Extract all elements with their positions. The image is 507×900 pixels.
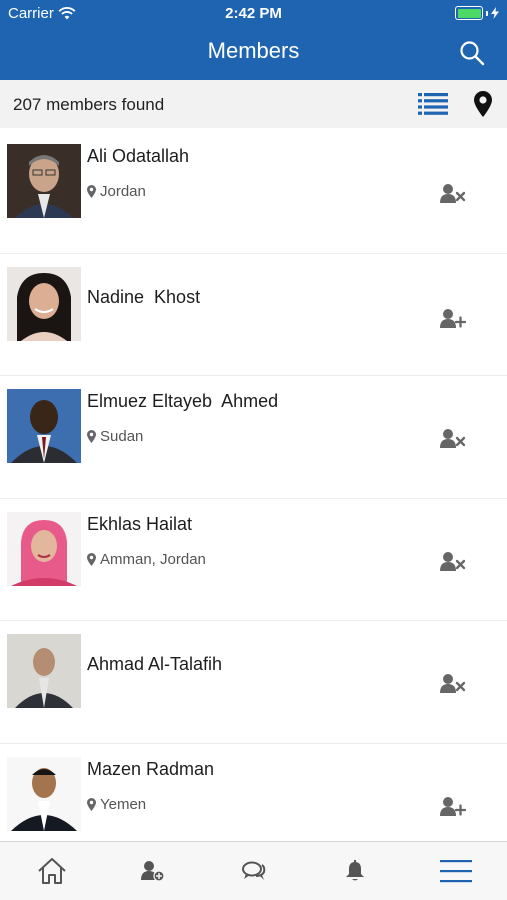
add-friend-icon[interactable] <box>440 796 466 818</box>
tab-home[interactable] <box>35 856 69 886</box>
tab-menu[interactable] <box>439 856 473 886</box>
location-label: Yemen <box>100 795 147 813</box>
battery-icon <box>455 6 483 20</box>
avatar[interactable] <box>7 634 81 708</box>
location-label: Sudan <box>100 428 144 445</box>
status-bar: Carrier 2:42 PM <box>0 0 507 28</box>
list-item[interactable]: Nadine Khost <box>0 254 507 376</box>
list-item[interactable]: Ali Odatallah Jordan <box>0 131 507 254</box>
chat-icon <box>242 861 266 880</box>
member-name[interactable]: Elmuez Eltayeb Ahmed <box>87 391 278 412</box>
list-item[interactable]: Elmuez Eltayeb Ahmed Sudan <box>0 376 507 499</box>
location-label: Amman, Jordan <box>100 550 206 568</box>
avatar[interactable] <box>7 144 81 218</box>
add-friend-icon[interactable] <box>440 308 466 330</box>
member-name[interactable]: Ahmad Al-Talafih <box>87 654 222 675</box>
members-count: 207 members found <box>13 95 165 114</box>
tab-bar <box>0 841 507 900</box>
battery-indicator <box>455 6 499 20</box>
member-name[interactable]: Nadine Khost <box>87 287 200 308</box>
menu-icon <box>440 860 472 883</box>
list-item[interactable]: Ahmad Al-Talafih <box>0 621 507 744</box>
status-time: 2:42 PM <box>225 5 282 22</box>
member-location: Jordan <box>87 183 146 200</box>
members-list: Ali Odatallah Jordan Nadine Khost Elmuez… <box>0 131 507 866</box>
page-title: Members <box>207 38 300 63</box>
tab-notifications[interactable] <box>338 856 372 886</box>
avatar[interactable] <box>7 756 81 831</box>
search-icon[interactable] <box>459 40 485 66</box>
location-pin-icon <box>87 430 96 443</box>
member-name[interactable]: Ekhlas Hailat <box>87 514 192 535</box>
location-pin-icon <box>87 552 96 566</box>
remove-friend-icon[interactable] <box>440 428 466 450</box>
battery-fill <box>457 8 481 18</box>
avatar[interactable] <box>7 266 81 341</box>
bell-icon <box>346 860 364 881</box>
member-location: Yemen <box>87 796 146 813</box>
location-pin-icon <box>87 797 96 811</box>
app-header: Carrier 2:42 PM Members <box>0 0 507 80</box>
charging-bolt-icon <box>491 7 499 19</box>
list-item[interactable]: Ekhlas Hailat Amman, Jordan <box>0 499 507 621</box>
avatar[interactable] <box>7 389 81 463</box>
remove-friend-icon[interactable] <box>440 183 466 205</box>
tab-messages[interactable] <box>237 856 271 886</box>
member-name[interactable]: Ali Odatallah <box>87 146 189 167</box>
avatar[interactable] <box>7 511 81 586</box>
member-location: Sudan <box>87 428 143 445</box>
home-icon <box>38 858 66 884</box>
member-name[interactable]: Mazen Radman <box>87 759 214 780</box>
remove-friend-icon[interactable] <box>440 551 466 573</box>
remove-friend-icon[interactable] <box>440 673 466 695</box>
location-pin-icon <box>87 185 96 198</box>
location-label: Jordan <box>100 183 146 200</box>
tab-member-requests[interactable] <box>136 856 170 886</box>
member-location: Amman, Jordan <box>87 551 206 568</box>
member-add-icon <box>141 861 165 882</box>
battery-tip <box>486 10 488 16</box>
list-view-icon[interactable] <box>418 92 448 116</box>
map-pin-icon[interactable] <box>472 90 494 118</box>
